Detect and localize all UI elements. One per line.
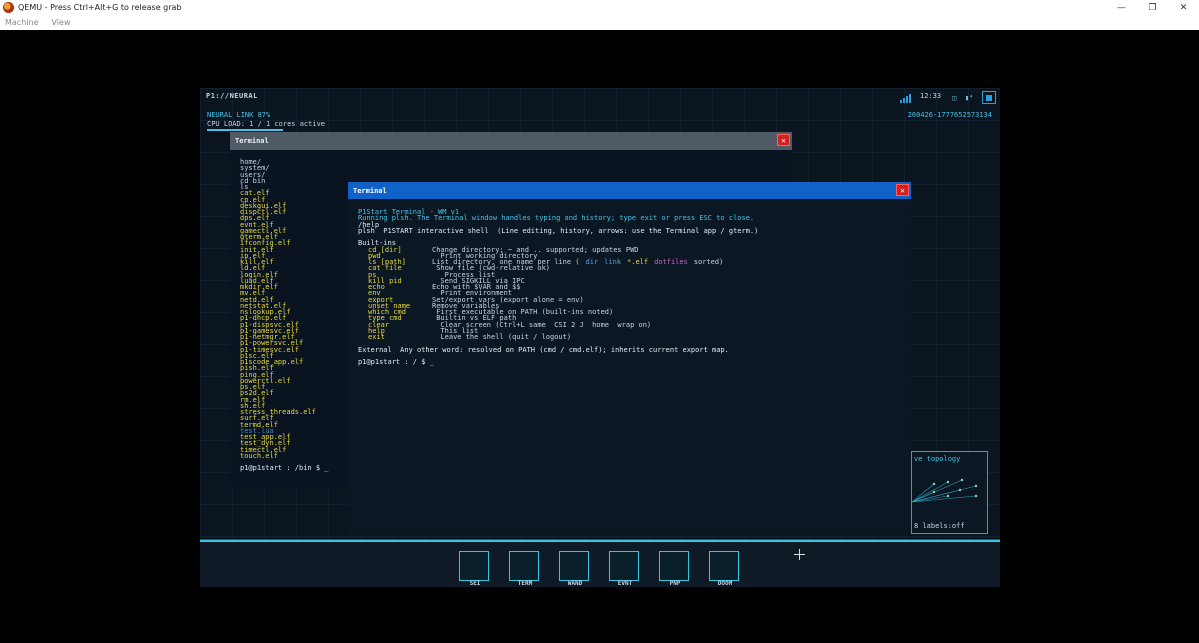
terminal-titlebar[interactable]: Terminal ✕ — [348, 182, 911, 199]
terminal-title: Terminal — [235, 137, 269, 145]
dock-item-doom[interactable]: DOOM — [709, 551, 739, 587]
window-tray-icon[interactable]: ◫ — [952, 94, 956, 102]
ls-legend-link: link — [604, 258, 622, 266]
topology-footer: 8 labels:off — [914, 522, 965, 530]
signal-icon — [900, 93, 911, 103]
topology-graph — [912, 478, 978, 503]
builtin-command: exit — [368, 333, 385, 341]
shell-prompt[interactable]: p1@p1start : / $ _ — [358, 358, 758, 365]
terminal-body[interactable]: P1Start Terminal - WM v1 Running plsh. T… — [348, 199, 911, 534]
cpu-load-status: CPU LOAD: 1 / 1 cores active — [207, 120, 326, 128]
cpu-load-bar-fill — [207, 129, 283, 131]
menu-machine[interactable]: Machine — [5, 18, 39, 27]
menu-tray-icon[interactable] — [982, 91, 996, 104]
topology-widget[interactable]: ve topology 8 labels:off — [911, 451, 988, 534]
host-menubar: Machine View — [0, 15, 1199, 30]
dock-item-pnp[interactable]: PNP — [659, 551, 689, 587]
banner-description: Running plsh. The Terminal window handle… — [358, 214, 755, 223]
ls-legend-elf: *.elf — [627, 258, 649, 266]
terminal-output: P1Start Terminal - WM v1 Running plsh. T… — [358, 208, 759, 365]
host-title: QEMU - Press Ctrl+Alt+G to release grab — [18, 3, 182, 12]
close-button[interactable]: ✕ — [1168, 0, 1199, 15]
dock-item-label: DOOM — [717, 580, 733, 587]
dock: SEI TERM WAND EVNT PNP DOOM — [200, 540, 1000, 587]
host-titlebar: QEMU - Press Ctrl+Alt+G to release grab … — [0, 0, 1199, 15]
directory-listing: home/system/users/cd bin ls cat.elf cp.elf d… — [240, 158, 329, 472]
shell-prompt[interactable]: p1@p1start : /bin $ _ — [240, 465, 329, 472]
dock-item-label: WAND — [567, 580, 583, 587]
ls-legend-dir: dir — [585, 258, 599, 266]
dock-item-label: TERM — [517, 580, 533, 587]
dock-item-sei[interactable]: SEI — [459, 551, 489, 587]
terminal-title: Terminal — [353, 186, 387, 195]
menu-view[interactable]: View — [52, 18, 71, 27]
dock-item-label: SEI — [469, 580, 481, 587]
builtin-description: Leave the shell (quit / logout) — [432, 333, 572, 341]
terminal-close-button[interactable]: ✕ — [896, 184, 909, 196]
guest-screen: P1://NEURAL 12:33 ◫ ▮⁴ NEURAL LINK 87% C… — [200, 88, 1000, 587]
dock-item-label: EVNT — [617, 580, 633, 587]
dock-item-term[interactable]: TERM — [509, 551, 539, 587]
neural-link-status: NEURAL LINK 87% — [207, 111, 271, 119]
minimize-button[interactable]: — — [1106, 0, 1137, 15]
help-intro: plsh P1START interactive shell (Line edi… — [358, 226, 759, 235]
ls-legend-sorted: sorted) — [693, 258, 724, 266]
dock-item-evnt[interactable]: EVNT — [609, 551, 639, 587]
restore-button[interactable]: ❐ — [1137, 0, 1168, 15]
volume-tray-icon[interactable]: ▮⁴ — [965, 94, 973, 102]
cpu-load-bar — [207, 129, 283, 131]
terminal-close-button[interactable]: ✕ — [777, 134, 790, 146]
terminal-window-front[interactable]: Terminal ✕ P1Start Terminal - WM v1 Runn… — [348, 182, 911, 534]
qemu-logo-icon — [3, 2, 14, 13]
host-window-controls: — ❐ ✕ — [1106, 0, 1199, 15]
clock: 12:33 — [920, 92, 942, 100]
mouse-cursor-icon — [794, 549, 805, 560]
ls-legend-dotfiles: dotfiles — [654, 258, 688, 266]
top-bar: P1://NEURAL 12:33 ◫ ▮⁴ — [200, 88, 1000, 106]
brand-label: P1://NEURAL — [206, 92, 258, 100]
builtins-list: cd [dir] Change directory; ~ and .. suppo… — [358, 246, 758, 341]
dock-item-label: PNP — [669, 580, 681, 587]
session-id: 260426-1777652573134 — [907, 111, 992, 119]
topology-title: ve topology — [914, 455, 961, 463]
external-note: External Any other word: resolved on PAT… — [358, 345, 729, 354]
terminal-titlebar[interactable]: Terminal ✕ — [230, 132, 792, 150]
dock-item-wand[interactable]: WAND — [559, 551, 589, 587]
